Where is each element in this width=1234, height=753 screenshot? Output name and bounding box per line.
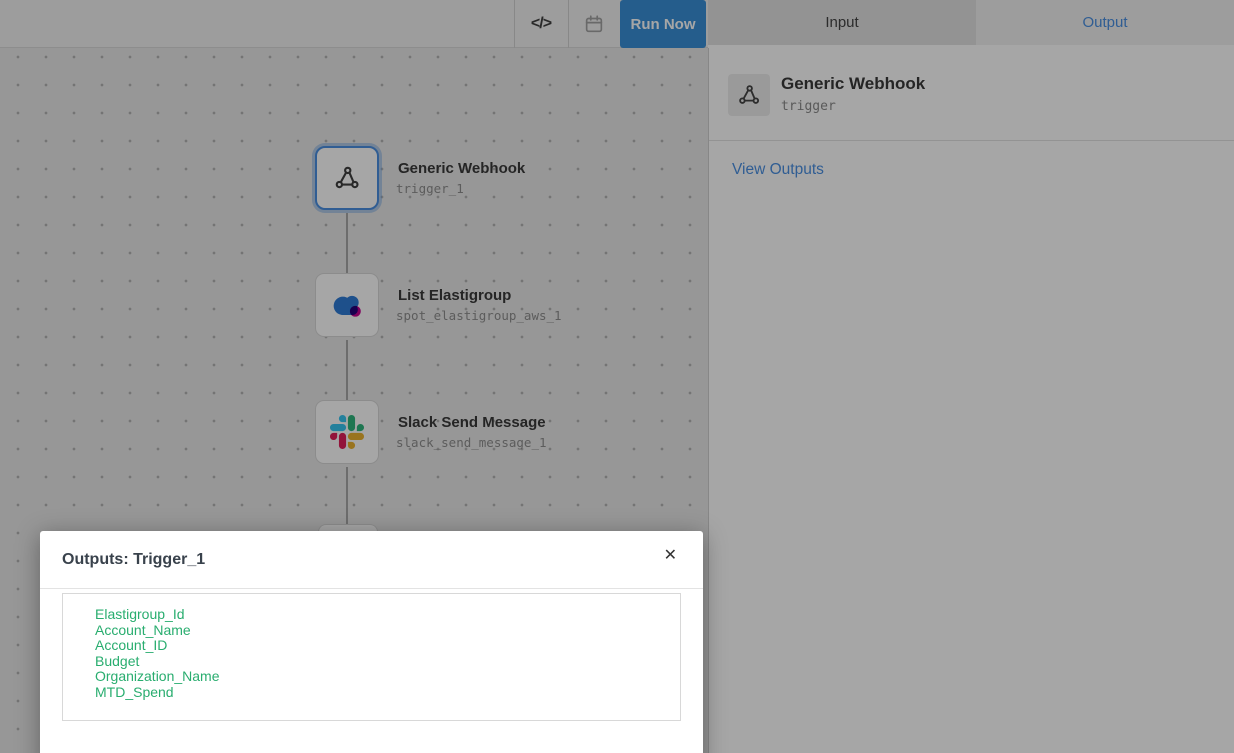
workflow-app: </> Run Now Input Output xyxy=(0,0,1234,753)
outputs-modal: Outputs: Trigger_1 ✕ Elastigroup_Id Acco… xyxy=(40,531,703,753)
modal-header: Outputs: Trigger_1 ✕ xyxy=(40,531,703,588)
output-item[interactable]: MTD_Spend xyxy=(95,685,680,701)
output-item[interactable]: Account_Name xyxy=(95,623,680,639)
modal-title: Outputs: Trigger_1 xyxy=(62,551,205,569)
output-item[interactable]: Elastigroup_Id xyxy=(95,607,680,623)
output-item[interactable]: Account_ID xyxy=(95,638,680,654)
close-icon[interactable]: ✕ xyxy=(660,544,681,568)
output-item[interactable]: Organization_Name xyxy=(95,669,680,685)
output-item[interactable]: Budget xyxy=(95,654,680,670)
outputs-list: Elastigroup_Id Account_Name Account_ID B… xyxy=(62,593,681,721)
modal-header-divider xyxy=(40,588,703,589)
